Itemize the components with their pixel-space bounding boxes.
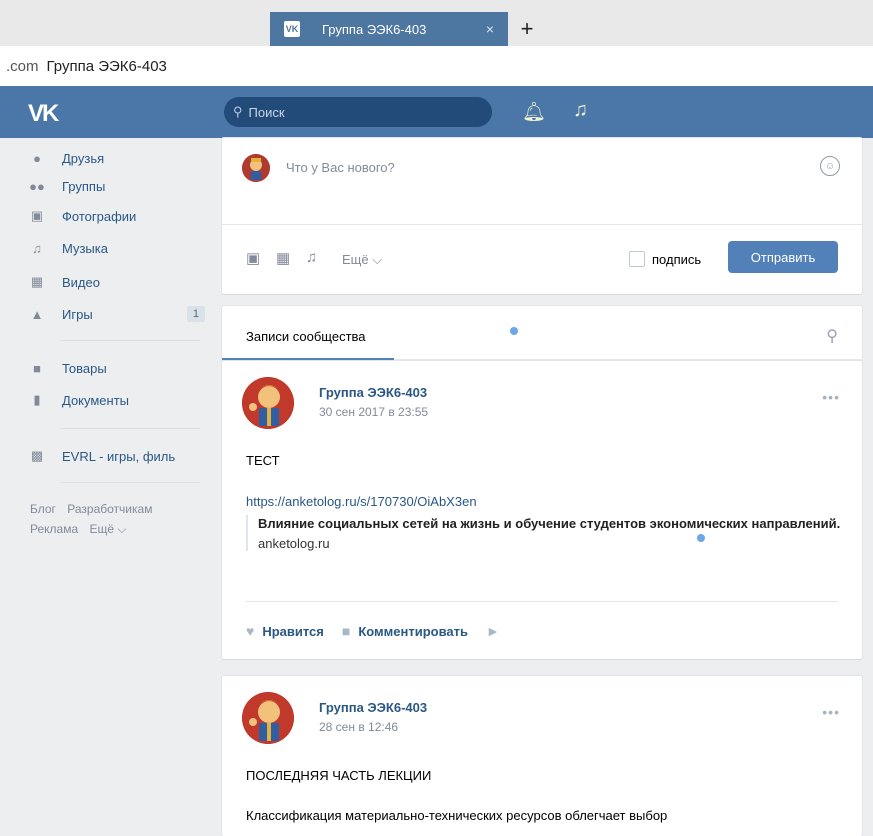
post-date[interactable]: 28 сен в 12:46: [319, 720, 398, 734]
post-menu-icon[interactable]: •••: [822, 389, 840, 405]
share-button[interactable]: ►: [486, 623, 508, 639]
tab-title: Группа ЭЭК6-403: [322, 21, 427, 37]
sidebar-divider: [60, 340, 200, 341]
footer-link-more[interactable]: Ещё ⌵: [89, 522, 126, 536]
friends-icon: ●: [33, 150, 41, 166]
sidebar-item-label: Видео: [62, 274, 100, 290]
group-avatar[interactable]: [242, 377, 294, 429]
post-author[interactable]: Группа ЭЭК6-403: [319, 700, 427, 715]
search-input[interactable]: [246, 103, 471, 121]
comment-icon: ■: [341, 623, 351, 639]
sidebar-item-label: Музыка: [62, 240, 108, 256]
sidebar-item-label: Товары: [62, 360, 107, 376]
url-page-title: Группа ЭЭК6-403: [46, 57, 167, 75]
emoji-icon[interactable]: ☺: [820, 156, 840, 176]
post-date[interactable]: 30 сен 2017 в 23:55: [319, 405, 428, 419]
signature-checkbox[interactable]: [629, 251, 645, 267]
sidebar-item-video[interactable]: ▦ Видео: [30, 270, 205, 294]
games-icon: ▲: [30, 306, 44, 322]
search-icon: ⚲: [233, 104, 243, 119]
sidebar-item-label: Фотографии: [62, 208, 137, 224]
goods-icon: ■: [33, 360, 41, 376]
post-author[interactable]: Группа ЭЭК6-403: [319, 385, 427, 400]
snippet-title[interactable]: Влияние социальных сетей на жизнь и обуч…: [258, 515, 848, 532]
photos-icon: ▣: [30, 208, 44, 223]
post-composer: Что у Вас нового? ☺ ▣ ▦ ♫ Ещё ⌵ подпись …: [222, 138, 862, 294]
send-button[interactable]: Отправить: [728, 241, 838, 273]
wall-search-icon[interactable]: ⚲: [826, 326, 838, 346]
sidebar-divider: [60, 428, 200, 429]
groups-icon: ●●: [29, 178, 45, 194]
sidebar-item-label: EVRL - игры, филь: [62, 448, 176, 464]
user-avatar: [242, 154, 270, 182]
footer-link-ads[interactable]: Реклама: [30, 522, 78, 536]
attach-more-dropdown[interactable]: Ещё ⌵: [342, 252, 382, 268]
sidebar-item-label: Группы: [62, 178, 106, 194]
notifications-bell-icon[interactable]: 🔔︎: [522, 100, 546, 124]
comment-label: Комментировать: [358, 623, 469, 639]
composer-placeholder[interactable]: Что у Вас нового?: [286, 160, 395, 175]
composer-toolbar: ▣ ▦ ♫ Ещё ⌵ подпись Отправить: [222, 224, 862, 295]
post-body: Классификация материально-технических ре…: [246, 808, 668, 823]
post-text: ТЕСТ: [246, 453, 280, 468]
vk-header: VK ⚲ 🔔︎ ♫: [0, 86, 873, 138]
tab-community-posts[interactable]: Записи сообщества: [246, 329, 366, 344]
vk-logo[interactable]: VK: [28, 100, 59, 128]
sidebar-item-games[interactable]: ▲ Игры 1: [30, 302, 205, 326]
like-label: Нравится: [262, 623, 324, 639]
post-divider: [246, 601, 838, 602]
footer-link-developers[interactable]: Разработчикам: [67, 502, 152, 516]
post-link[interactable]: https://anketolog.ru/s/170730/OiAbX3en: [246, 494, 477, 509]
attach-photo-icon[interactable]: ▣: [246, 249, 260, 267]
sidebar-item-label: Друзья: [62, 150, 105, 166]
cursor-dot: [697, 534, 705, 542]
sidebar-item-music[interactable]: ♫ Музыка: [30, 236, 205, 260]
browser-tab-strip: VK Группа ЭЭК6-403 × +: [0, 0, 873, 46]
attach-music-icon[interactable]: ♫: [306, 249, 317, 266]
sidebar-item-friends[interactable]: ● Друзья: [30, 146, 205, 170]
sidebar-item-evrl-app[interactable]: ▩ EVRL - игры, филь: [30, 444, 205, 468]
group-avatar[interactable]: [242, 692, 294, 744]
snippet-domain: anketolog.ru: [258, 536, 330, 551]
wall-post: Группа ЭЭК6-403 28 сен в 12:46 ••• ПОСЛЕ…: [222, 676, 862, 836]
app-icon: ▩: [30, 448, 44, 463]
signature-label: подпись: [652, 252, 702, 267]
new-tab-button[interactable]: +: [512, 12, 542, 46]
sidebar-divider: [60, 482, 200, 483]
sidebar-item-documents[interactable]: ▮ Документы: [30, 388, 205, 412]
post-menu-icon[interactable]: •••: [822, 704, 840, 720]
wall-post: Группа ЭЭК6-403 30 сен 2017 в 23:55 ••• …: [222, 361, 862, 659]
video-icon: ▦: [30, 274, 44, 289]
link-snippet[interactable]: Влияние социальных сетей на жизнь и обуч…: [246, 515, 848, 551]
footer-link-blog[interactable]: Блог: [30, 502, 56, 516]
sidebar-item-groups[interactable]: ●● Группы: [29, 174, 205, 198]
url-domain: .com: [6, 57, 39, 75]
music-icon: ♫: [32, 240, 42, 256]
active-tab-underline: [222, 358, 394, 360]
sidebar-item-label: Игры: [62, 306, 93, 322]
games-counter-badge: 1: [186, 306, 205, 322]
wall-tabs: Записи сообщества ⚲: [222, 306, 862, 360]
sidebar-footer-row-1: Блог Разработчикам: [30, 502, 160, 516]
browser-tab[interactable]: VK Группа ЭЭК6-403 ×: [270, 12, 508, 46]
post-actions: ♥ Нравится ■ Комментировать ►: [246, 623, 526, 639]
like-button[interactable]: ♥ Нравится: [246, 623, 324, 639]
sidebar-item-photos[interactable]: ▣ Фотографии: [30, 204, 205, 228]
close-tab-icon[interactable]: ×: [486, 21, 494, 37]
address-bar[interactable]: .com Группа ЭЭК6-403: [0, 46, 873, 86]
comment-button[interactable]: ■ Комментировать: [342, 623, 468, 639]
heart-icon: ♥: [246, 623, 255, 639]
search-box[interactable]: ⚲: [224, 97, 492, 127]
vk-favicon-icon: VK: [284, 21, 300, 37]
post-text: ПОСЛЕДНЯЯ ЧАСТЬ ЛЕКЦИИ: [246, 768, 432, 783]
sidebar-item-goods[interactable]: ■ Товары: [30, 356, 205, 380]
sidebar-item-label: Документы: [62, 392, 130, 408]
cursor-dot: [510, 327, 518, 335]
megaphone-icon: ►: [486, 623, 500, 639]
attach-video-icon[interactable]: ▦: [276, 249, 290, 267]
documents-icon: ▮: [33, 392, 41, 407]
sidebar-footer-row-2: Реклама Ещё ⌵: [30, 522, 134, 537]
music-player-icon[interactable]: ♫: [573, 99, 588, 122]
